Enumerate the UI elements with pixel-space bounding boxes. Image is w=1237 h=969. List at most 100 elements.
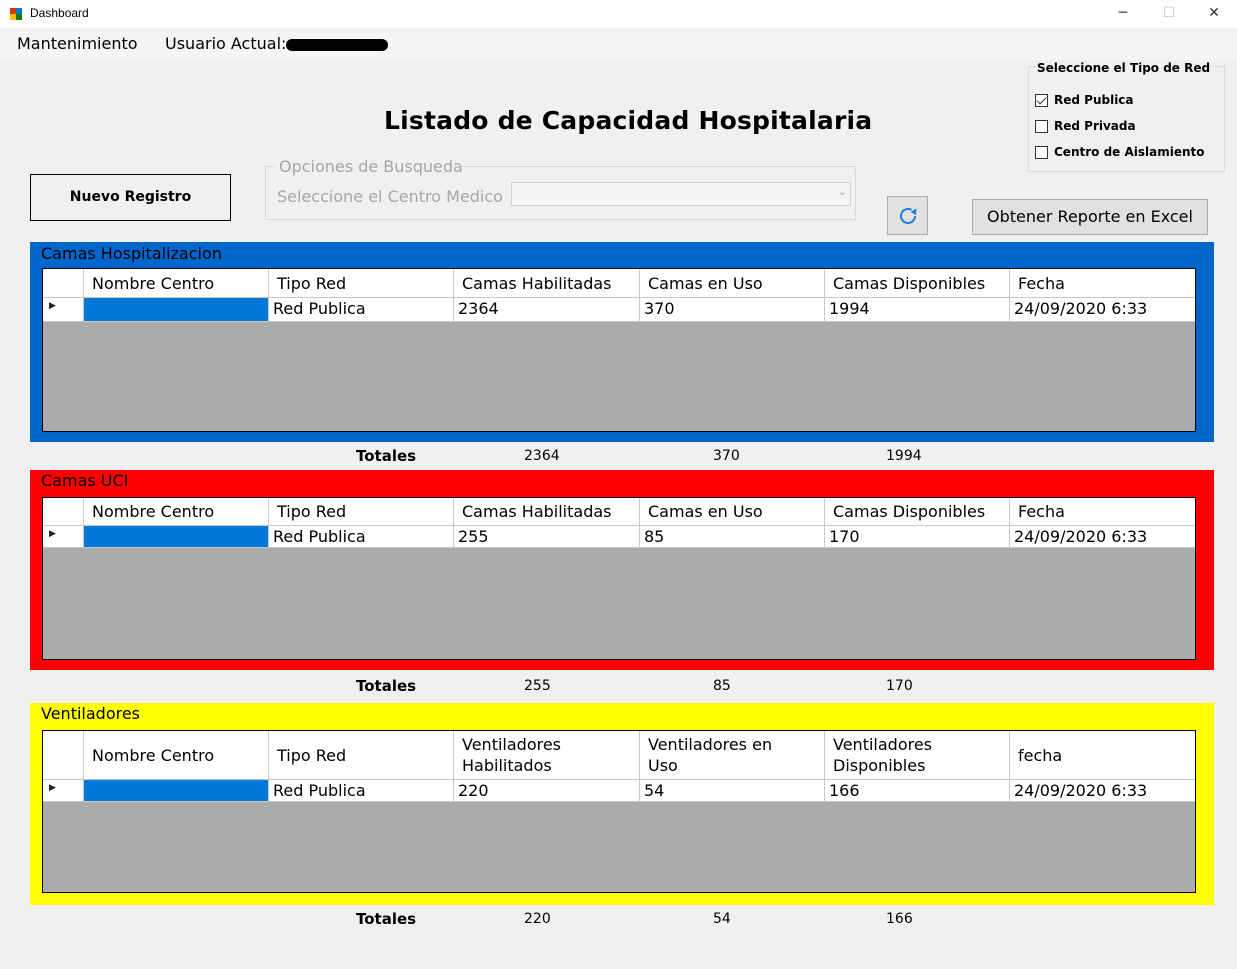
column-header[interactable]: Tipo Red <box>268 731 453 779</box>
cell-nombre-centro[interactable] <box>83 298 268 321</box>
cell-tipo-red[interactable]: Red Publica <box>268 526 453 547</box>
cell-camas-disponibles[interactable]: 1994 <box>824 298 1009 321</box>
panel-ventiladores: Ventiladores Nombre Centro Tipo Red Vent… <box>30 703 1214 905</box>
app-icon <box>10 8 22 20</box>
total-habilitadas: 2364 <box>524 448 560 464</box>
column-header[interactable]: Camas Disponibles <box>824 269 1009 297</box>
panel-camas-hospitalizacion: Camas Hospitalizacion Nombre Centro Tipo… <box>30 242 1214 442</box>
grid-header: Nombre Centro Tipo Red Ventiladores Habi… <box>43 731 1195 780</box>
cell-tipo-red[interactable]: Red Publica <box>268 298 453 321</box>
total-habilitadas: 255 <box>524 678 551 694</box>
cell-camas-uso[interactable]: 85 <box>639 526 824 547</box>
column-header[interactable]: Camas Habilitadas <box>453 498 639 525</box>
menu-usuario-actual: Usuario Actual: <box>165 34 287 53</box>
column-header[interactable]: Ventiladores Disponibles <box>824 731 1009 779</box>
column-header[interactable]: Ventiladores en Uso <box>639 731 824 779</box>
table-row[interactable]: ▶ Red Publica 255 85 170 24/09/2020 6:33 <box>43 526 1195 548</box>
row-pointer-icon: ▶ <box>49 529 56 539</box>
cell-ventiladores-habilitados[interactable]: 220 <box>453 780 639 801</box>
nuevo-registro-button[interactable]: Nuevo Registro <box>30 174 231 221</box>
row-header[interactable]: ▶ <box>43 298 83 321</box>
total-habilitados: 220 <box>524 911 551 927</box>
cell-camas-habilitadas[interactable]: 255 <box>453 526 639 547</box>
menu-bar: Mantenimiento Usuario Actual: <box>0 28 1237 60</box>
column-header[interactable]: Tipo Red <box>268 269 453 297</box>
total-uso: 54 <box>713 911 731 927</box>
window-title: Dashboard <box>30 6 89 20</box>
grid-header: Nombre Centro Tipo Red Camas Habilitadas… <box>43 269 1195 298</box>
panel-camas-uci: Camas UCI Nombre Centro Tipo Red Camas H… <box>30 470 1214 670</box>
column-header[interactable]: Nombre Centro <box>83 731 268 779</box>
search-options-group: Opciones de Busqueda Seleccione el Centr… <box>265 157 856 220</box>
row-pointer-icon: ▶ <box>49 783 56 793</box>
page-title: Listado de Capacidad Hospitalaria <box>384 106 873 135</box>
column-header[interactable]: Ventiladores Habilitados <box>453 731 639 779</box>
tipo-red-legend: Seleccione el Tipo de Red <box>1036 61 1212 75</box>
close-button[interactable]: ✕ <box>1191 0 1237 28</box>
panel-title: Camas Hospitalizacion <box>40 244 223 264</box>
panel-title: Camas UCI <box>40 471 130 491</box>
refresh-button[interactable] <box>887 196 928 235</box>
table-row[interactable]: ▶ Red Publica 220 54 166 24/09/2020 6:33 <box>43 780 1195 802</box>
column-header[interactable]: Tipo Red <box>268 498 453 525</box>
datagrid-uci[interactable]: Nombre Centro Tipo Red Camas Habilitadas… <box>42 497 1196 660</box>
row-header[interactable]: ▶ <box>43 526 83 547</box>
column-header[interactable]: Camas Disponibles <box>824 498 1009 525</box>
total-uso: 85 <box>713 678 731 694</box>
cell-fecha[interactable]: 24/09/2020 6:33 <box>1009 780 1195 801</box>
totals-label: Totales <box>356 447 417 465</box>
column-header[interactable]: Fecha <box>1009 269 1195 297</box>
centro-medico-select[interactable]: ⌄ <box>511 182 851 206</box>
checkbox-unchecked-icon[interactable] <box>1035 146 1048 159</box>
cell-camas-habilitadas[interactable]: 2364 <box>453 298 639 321</box>
totals-label: Totales <box>356 677 417 695</box>
checkbox-label: Red Publica <box>1054 93 1134 107</box>
total-disponibles: 166 <box>886 911 913 927</box>
checkbox-checked-icon[interactable] <box>1035 94 1048 107</box>
cell-nombre-centro[interactable] <box>83 780 268 801</box>
column-header[interactable]: Camas Habilitadas <box>453 269 639 297</box>
centro-medico-label: Seleccione el Centro Medico <box>277 187 503 206</box>
column-header[interactable]: fecha <box>1009 731 1195 779</box>
totals-row-hospitalizacion: Totales 2364 370 1994 <box>0 447 1237 467</box>
checkbox-label: Centro de Aislamiento <box>1054 145 1205 159</box>
chevron-down-icon[interactable]: ⌄ <box>838 185 847 198</box>
checkbox-label: Red Privada <box>1054 119 1136 133</box>
column-header[interactable]: Nombre Centro <box>83 269 268 297</box>
grid-header: Nombre Centro Tipo Red Camas Habilitadas… <box>43 498 1195 526</box>
totals-row-ventiladores: Totales 220 54 166 <box>0 910 1237 930</box>
cell-fecha[interactable]: 24/09/2020 6:33 <box>1009 298 1195 321</box>
total-disponibles: 170 <box>886 678 913 694</box>
cell-ventiladores-uso[interactable]: 54 <box>639 780 824 801</box>
column-header[interactable]: Fecha <box>1009 498 1195 525</box>
row-header[interactable]: ▶ <box>43 780 83 801</box>
total-disponibles: 1994 <box>886 448 922 464</box>
maximize-button[interactable]: ☐ <box>1146 0 1192 28</box>
redacted-username <box>286 39 388 51</box>
cell-tipo-red[interactable]: Red Publica <box>268 780 453 801</box>
cell-ventiladores-disponibles[interactable]: 166 <box>824 780 1009 801</box>
menu-mantenimiento[interactable]: Mantenimiento <box>17 34 138 53</box>
total-uso: 370 <box>713 448 740 464</box>
cell-nombre-centro[interactable] <box>83 526 268 547</box>
column-header[interactable]: Camas en Uso <box>639 498 824 525</box>
tipo-red-group: Seleccione el Tipo de Red Red Publica Re… <box>1028 61 1225 172</box>
datagrid-ventiladores[interactable]: Nombre Centro Tipo Red Ventiladores Habi… <box>42 730 1196 893</box>
cell-camas-disponibles[interactable]: 170 <box>824 526 1009 547</box>
minimize-button[interactable]: ─ <box>1100 0 1146 28</box>
table-row[interactable]: ▶ Red Publica 2364 370 1994 24/09/2020 6… <box>43 298 1195 322</box>
datagrid-hospitalizacion[interactable]: Nombre Centro Tipo Red Camas Habilitadas… <box>42 268 1196 432</box>
column-header[interactable]: Camas en Uso <box>639 269 824 297</box>
excel-report-button[interactable]: Obtener Reporte en Excel <box>972 199 1208 235</box>
refresh-icon <box>900 207 917 224</box>
row-pointer-icon: ▶ <box>49 301 56 311</box>
cell-camas-uso[interactable]: 370 <box>639 298 824 321</box>
search-legend: Opciones de Busqueda <box>277 157 465 176</box>
column-header[interactable]: Nombre Centro <box>83 498 268 525</box>
totals-row-uci: Totales 255 85 170 <box>0 677 1237 697</box>
cell-fecha[interactable]: 24/09/2020 6:33 <box>1009 526 1195 547</box>
panel-title: Ventiladores <box>40 704 142 724</box>
checkbox-unchecked-icon[interactable] <box>1035 120 1048 133</box>
totals-label: Totales <box>356 910 417 928</box>
title-bar: Dashboard ─ ☐ ✕ <box>0 0 1237 28</box>
